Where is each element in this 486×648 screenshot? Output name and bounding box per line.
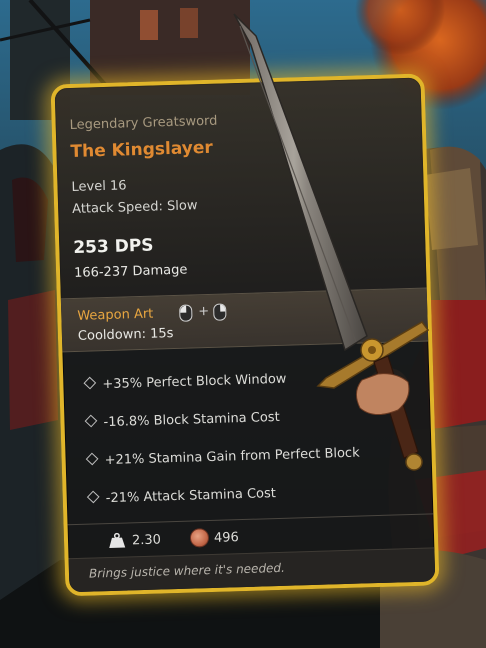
stat-item: -16.8% Block Stamina Cost	[84, 409, 280, 431]
tooltip-header: Legendary Greatsword The Kingslayer Leve…	[54, 77, 427, 299]
item-name: The Kingslayer	[70, 137, 214, 162]
flavor-text: Brings justice where it's needed.	[88, 560, 286, 581]
weapon-art-section: Weapon Art + Cooldown: 15s	[60, 287, 429, 353]
stat-text: -21% Attack Stamina Cost	[105, 486, 277, 507]
weight-icon	[109, 532, 126, 549]
stat-text: -16.8% Block Stamina Cost	[103, 409, 280, 431]
stat-text: +21% Stamina Gain from Perfect Block	[104, 445, 360, 469]
attack-speed: Attack Speed: Slow	[71, 198, 198, 217]
stat-item: +35% Perfect Block Window	[83, 371, 287, 393]
damage-range: 166-237 Damage	[73, 262, 188, 281]
stat-text: +35% Perfect Block Window	[102, 371, 287, 393]
item-level: Level 16	[71, 178, 127, 195]
diamond-bullet-icon	[85, 452, 99, 466]
item-weight: 2.30	[131, 532, 162, 549]
weapon-art-label: Weapon Art	[77, 306, 154, 324]
item-type-label: Legendary Greatsword	[69, 113, 218, 133]
mouse-left-click-icon	[179, 304, 193, 322]
weapon-art-cooldown: Cooldown: 15s	[77, 326, 174, 344]
diamond-bullet-icon	[84, 414, 98, 428]
stat-item: +21% Stamina Gain from Perfect Block	[85, 445, 360, 469]
dps-value: 253 DPS	[73, 235, 154, 258]
stat-item: -21% Attack Stamina Cost	[86, 486, 277, 507]
diamond-bullet-icon	[83, 376, 97, 390]
item-tooltip-card: Legendary Greatsword The Kingslayer Leve…	[50, 73, 440, 597]
coin-icon	[189, 528, 210, 548]
footer-divider	[67, 513, 434, 526]
plus-sign: +	[198, 303, 210, 320]
mouse-right-click-icon	[213, 303, 227, 321]
item-value: 496	[213, 530, 240, 546]
diamond-bullet-icon	[86, 490, 100, 504]
